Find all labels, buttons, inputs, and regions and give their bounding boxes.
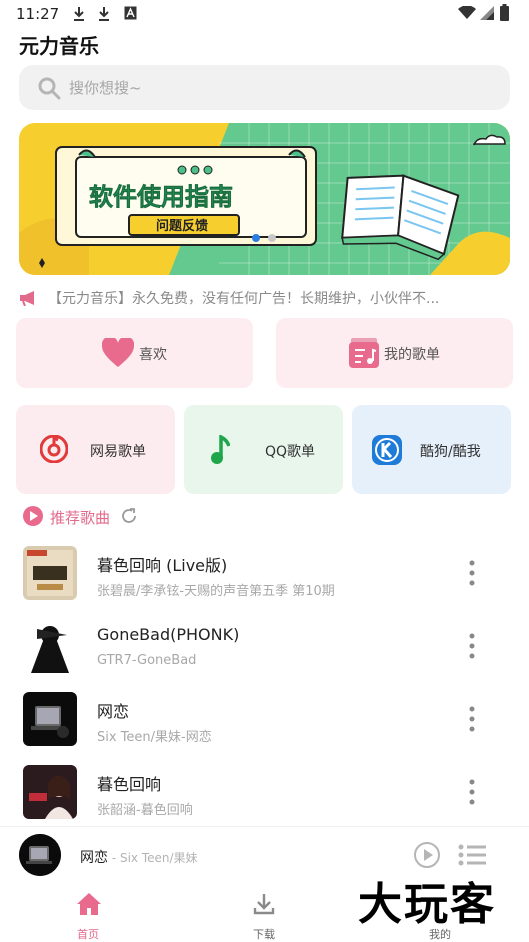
- qq-music-icon: [211, 435, 230, 464]
- recommend-label: 推荐歌曲: [50, 509, 111, 527]
- download-icon: [74, 7, 84, 21]
- carousel-dot-active[interactable]: [252, 234, 260, 242]
- refresh-icon[interactable]: [120, 507, 138, 525]
- megaphone-icon: [20, 291, 34, 306]
- play-button[interactable]: [414, 842, 440, 868]
- song-row[interactable]: 网恋 Six Teen/果妹-网恋: [0, 692, 529, 765]
- kugou-playlist-card[interactable]: 酷狗/酷我: [352, 405, 511, 494]
- song-title: GoneBad(PHONK): [97, 625, 240, 644]
- playlist-queue-icon[interactable]: [458, 843, 486, 867]
- qq-label: QQ歌单: [265, 444, 316, 460]
- banner-carousel[interactable]: 软件使用指南 问题反馈: [19, 123, 510, 275]
- more-vertical-icon[interactable]: [466, 560, 478, 586]
- my-playlist-card[interactable]: 我的歌单: [276, 318, 513, 388]
- wifi-icon: [458, 6, 476, 19]
- play-circle-icon: [23, 506, 43, 526]
- playlist-icon: [349, 338, 379, 368]
- carousel-dot[interactable]: [268, 234, 276, 242]
- song-row[interactable]: GoneBad(PHONK) GTR7-GoneBad: [0, 619, 529, 692]
- more-vertical-icon[interactable]: [466, 633, 478, 659]
- song-row[interactable]: 暮色回响 (Live版) 张碧晨/李承铉-天赐的声音第五季 第10期: [0, 546, 529, 619]
- banner-subtitle: 问题反馈: [156, 218, 208, 234]
- heart-icon: [102, 338, 134, 367]
- my-playlist-label: 我的歌单: [384, 347, 440, 363]
- song-cover: [23, 692, 77, 746]
- netease-label: 网易歌单: [90, 444, 146, 460]
- qq-playlist-card[interactable]: QQ歌单: [184, 405, 343, 494]
- kugou-label: 酷狗/酷我: [420, 444, 481, 460]
- netease-playlist-card[interactable]: 网易歌单: [16, 405, 175, 494]
- status-bar: 11:27: [0, 0, 529, 28]
- tab-download-label: 下载: [253, 928, 275, 941]
- search-icon: [38, 77, 61, 100]
- download-icon: [99, 7, 109, 21]
- download-icon: [253, 894, 275, 915]
- banner-illustration: 软件使用指南 问题反馈: [19, 123, 510, 275]
- search-placeholder: 搜你想搜~: [69, 79, 142, 97]
- notice-marquee[interactable]: 【元力音乐】永久免费，没有任何广告！长期维护，小伙伴不...: [18, 288, 513, 308]
- signal-icon: [480, 6, 494, 20]
- song-cover: [23, 765, 77, 819]
- song-subtitle: 张碧晨/李承铉-天赐的声音第五季 第10期: [97, 584, 335, 599]
- player-subtitle: - Six Teen/果妹: [108, 851, 198, 865]
- tab-home[interactable]: 首页: [48, 886, 128, 942]
- kugou-icon: [372, 435, 402, 465]
- app-title: 元力音乐: [19, 34, 99, 58]
- search-bar[interactable]: 搜你想搜~: [19, 65, 510, 110]
- song-title: 网恋: [97, 702, 130, 721]
- song-cover: [23, 546, 77, 600]
- favorites-label: 喜欢: [139, 347, 167, 363]
- tab-home-label: 首页: [77, 928, 99, 941]
- battery-icon: [500, 4, 509, 21]
- netease-icon: [40, 435, 68, 463]
- home-icon: [77, 893, 101, 915]
- song-title: 暮色回响: [97, 775, 162, 794]
- song-subtitle: 张韶涵-暮色回响: [97, 803, 193, 818]
- tab-download[interactable]: 下载: [224, 886, 304, 942]
- song-subtitle: Six Teen/果妹-网恋: [97, 730, 212, 745]
- status-time: 11:27: [16, 5, 60, 23]
- notice-text: 【元力音乐】永久免费，没有任何广告！长期维护，小伙伴不...: [48, 291, 440, 307]
- banner-title: 软件使用指南: [89, 183, 233, 211]
- more-vertical-icon[interactable]: [466, 706, 478, 732]
- watermark-logo: 大玩客: [358, 879, 496, 930]
- song-cover: [23, 619, 77, 673]
- more-vertical-icon[interactable]: [466, 779, 478, 805]
- app-notification-icon: [124, 6, 137, 20]
- favorites-card[interactable]: 喜欢: [16, 318, 253, 388]
- player-title: 网恋 - Six Teen/果妹: [80, 850, 198, 866]
- song-subtitle: GTR7-GoneBad: [97, 653, 197, 668]
- song-title: 暮色回响 (Live版): [97, 556, 228, 575]
- player-cover: [19, 834, 61, 876]
